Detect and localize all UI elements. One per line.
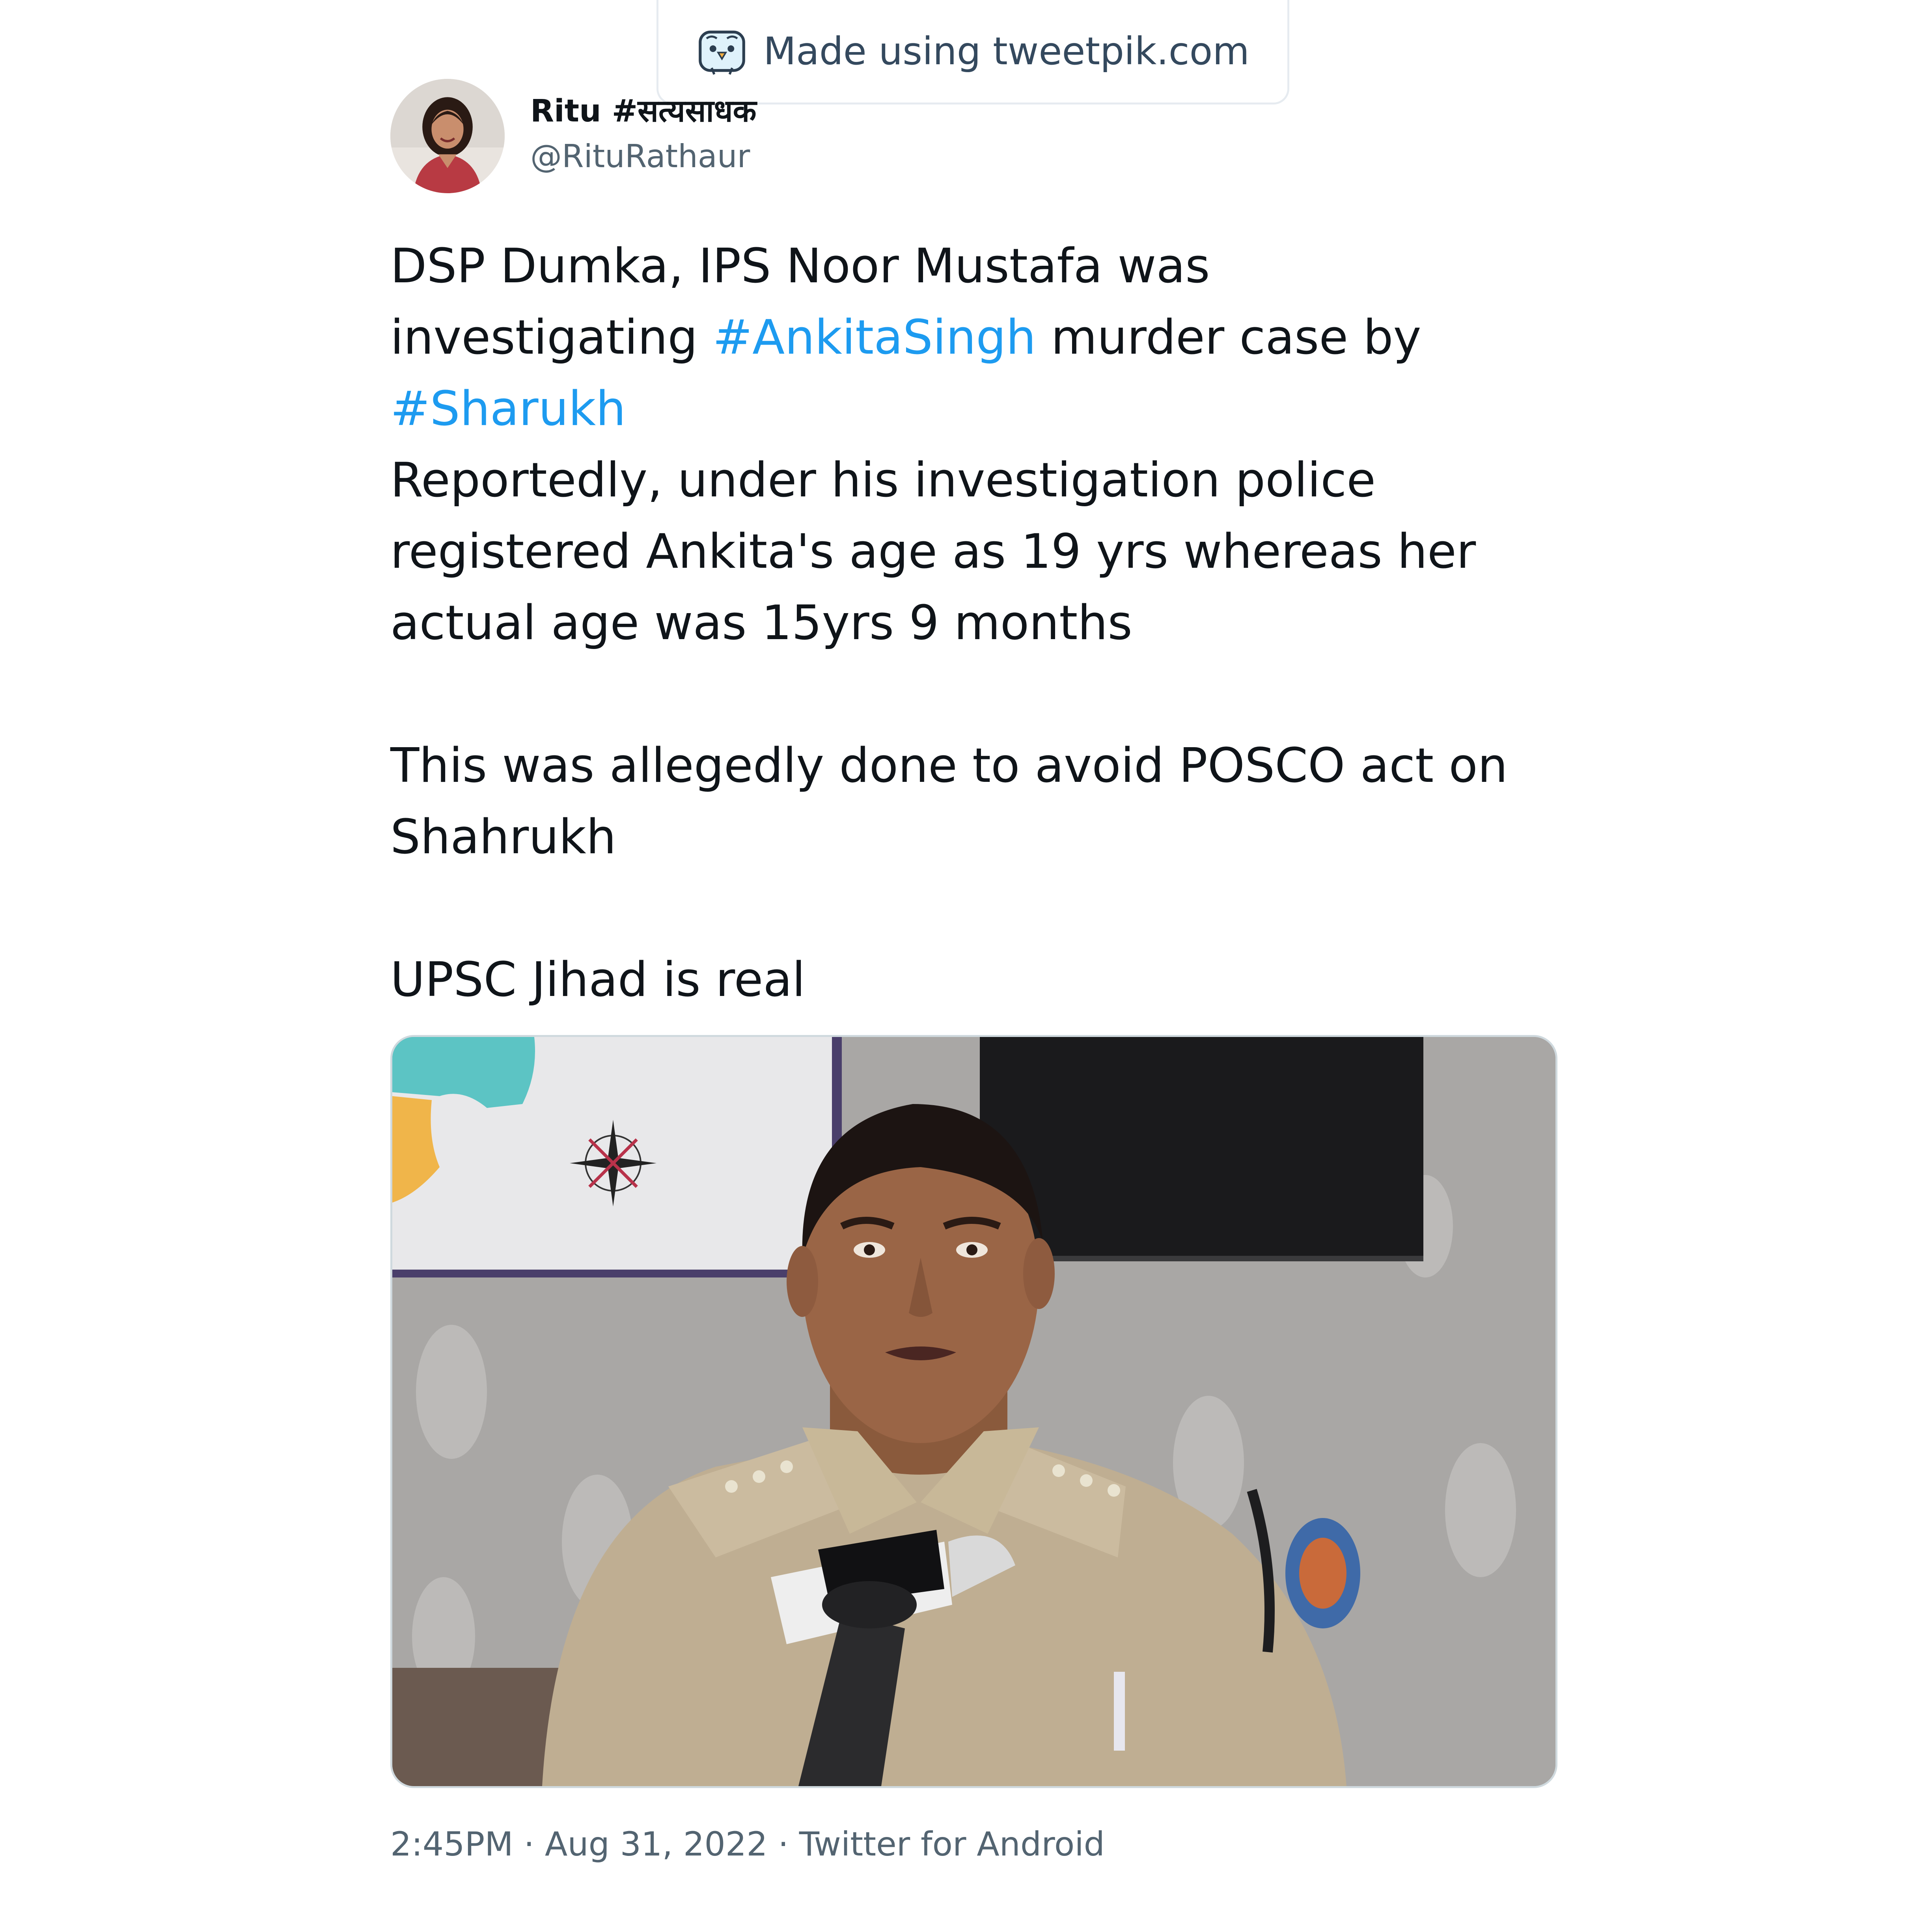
author-handle[interactable]: @RituRathaur	[530, 138, 750, 175]
meta-separator: ·	[513, 1825, 545, 1863]
tweet-date[interactable]: Aug 31, 2022	[545, 1825, 768, 1863]
tweet-source[interactable]: Twitter for Android	[799, 1825, 1105, 1863]
hashtag-link-ankitasingh[interactable]: #AnkitaSingh	[713, 310, 1036, 365]
tweet-line: UPSC Jihad is real	[390, 953, 806, 1007]
tweet-text: DSP Dumka, IPS Noor Mustafa was investig…	[390, 231, 1573, 1016]
tweet-line: #Sharukh	[390, 373, 1573, 445]
tweet-card: Made using tweetpik.com Ritu #सत्यसाधक @…	[0, 0, 1932, 1932]
tweet-line: registered Ankita's age as 19 yrs wherea…	[390, 524, 1476, 579]
tweet-text-segment: murder case by	[1036, 310, 1421, 365]
tweet-time[interactable]: 2:45PM	[390, 1825, 513, 1863]
tweet-media-photo[interactable]	[390, 1035, 1557, 1788]
tweet-line: actual age was 15yrs 9 months	[390, 596, 1132, 651]
meta-separator: ·	[767, 1825, 799, 1863]
avatar[interactable]	[390, 79, 505, 193]
author-display-name[interactable]: Ritu #सत्यसाधक	[530, 89, 757, 131]
tweet-line: Shahrukh	[390, 810, 616, 865]
tweetpik-bird-icon	[699, 30, 745, 75]
tweet-text-segment: investigating	[390, 310, 713, 365]
hashtag-link-sharukh[interactable]: #Sharukh	[390, 382, 626, 436]
officer-photo	[392, 1037, 1555, 1786]
tweet-line: This was allegedly done to avoid POSCO a…	[390, 738, 1508, 793]
tweet-meta: 2:45PM · Aug 31, 2022 · Twitter for Andr…	[390, 1825, 1105, 1863]
watermark-text: Made using tweetpik.com	[763, 29, 1249, 73]
tweet-line: DSP Dumka, IPS Noor Mustafa was	[390, 239, 1210, 294]
tweet-line: investigating #AnkitaSingh murder case b…	[390, 302, 1573, 373]
tweet-line: Reportedly, under his investigation poli…	[390, 453, 1376, 508]
